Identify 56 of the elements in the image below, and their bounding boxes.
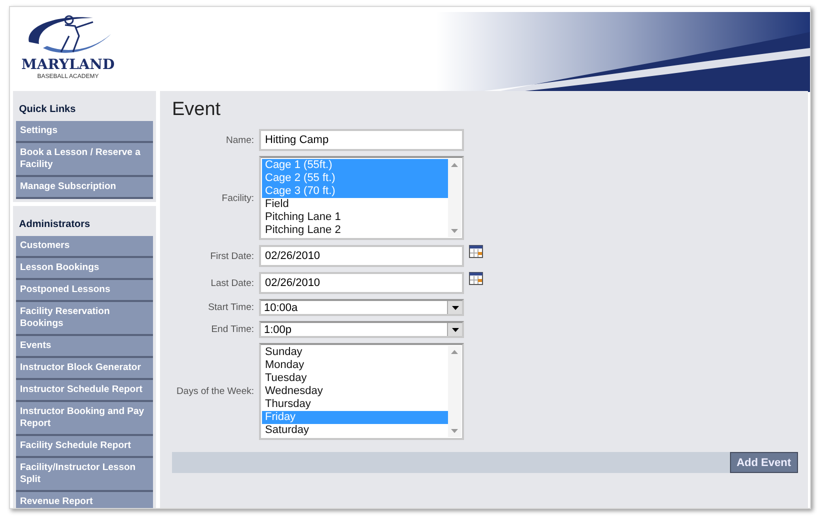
sidebar-link[interactable]: Facility Reservation Bookings: [16, 302, 153, 336]
list-option[interactable]: Cage 1 (55ft.): [262, 159, 448, 172]
sidebar-link[interactable]: Instructor Block Generator: [16, 358, 153, 380]
multi-select-list[interactable]: Sunday Monday Tuesday Wednesday Thursday Friday Saturday: [259, 343, 464, 440]
multi-select-list[interactable]: Cage 1 (55ft.) Cage 2 (55 ft.) Cage 3 (70 ft.) Field Pitching Lane 1 Pitching Lane 2: [259, 156, 464, 240]
field-label: Name:: [225, 134, 254, 146]
sidebar-link[interactable]: Revenue Report: [16, 492, 153, 508]
list-option[interactable]: Friday: [262, 411, 448, 424]
field-label: Start Time:: [207, 302, 254, 313]
scrollbar[interactable]: [448, 346, 461, 437]
sidebar-link[interactable]: Events: [16, 336, 153, 358]
caret-icon: [452, 306, 458, 310]
list-option[interactable]: Pitching Lane 1: [262, 211, 448, 224]
sidebar-link[interactable]: Manage Subscription: [16, 177, 153, 199]
section-heading: Quick Links: [18, 103, 77, 117]
time-dropdown[interactable]: 1:00p: [259, 321, 464, 338]
scroll-down-icon[interactable]: [451, 429, 458, 433]
list-option[interactable]: Field: [262, 198, 448, 211]
logo-wordmark: MARYLAND: [21, 58, 115, 73]
scroll-up-icon[interactable]: [451, 163, 458, 167]
field-label: First Date:: [209, 250, 254, 262]
sidebar-link[interactable]: Settings: [16, 121, 153, 143]
calendar-icon[interactable]: [469, 245, 483, 258]
sidebar-link[interactable]: Facility/Instructor Lesson Split: [16, 458, 153, 492]
add-event-button[interactable]: Add Event: [730, 452, 798, 473]
list-option[interactable]: Wednesday: [262, 385, 448, 398]
page-title: Event: [172, 99, 222, 121]
scroll-up-icon[interactable]: [451, 350, 458, 354]
field-label: Last Date:: [210, 278, 254, 288]
list-option[interactable]: Sunday: [262, 346, 448, 359]
list-option[interactable]: Thursday: [262, 398, 448, 411]
date-field[interactable]: 02/26/2010: [259, 245, 464, 267]
list-option[interactable]: Saturday: [262, 424, 448, 437]
list-option[interactable]: Cage 2 (55 ft.): [262, 172, 448, 185]
list-option[interactable]: Cage 3 (70 ft.): [262, 185, 448, 198]
caret-icon: [452, 328, 458, 332]
sidebar-link[interactable]: Instructor Booking and Pay Report: [16, 402, 153, 436]
sidebar-link[interactable]: Facility Schedule Report: [16, 436, 153, 458]
sidebar-link[interactable]: Instructor Schedule Report: [16, 380, 153, 402]
sidebar-link[interactable]: Customers: [16, 236, 153, 258]
section-heading: Administrators: [18, 218, 92, 232]
time-dropdown[interactable]: 10:00a: [259, 299, 464, 316]
text-field[interactable]: Hitting Camp: [259, 129, 464, 151]
scroll-down-icon[interactable]: [451, 229, 458, 233]
date-field[interactable]: 02/26/2010: [259, 272, 464, 294]
field-label: Facility:: [220, 192, 254, 204]
field-label: End Time:: [210, 324, 254, 335]
list-option[interactable]: Monday: [262, 359, 448, 372]
field-label: Days of the Week:: [176, 386, 254, 397]
calendar-icon[interactable]: [469, 272, 483, 285]
list-option[interactable]: Tuesday: [262, 372, 448, 385]
sidebar-link[interactable]: Postponed Lessons: [16, 280, 153, 302]
scrollbar[interactable]: [448, 159, 461, 237]
list-option[interactable]: Pitching Lane 2: [262, 224, 448, 237]
sidebar-link[interactable]: Lesson Bookings: [16, 258, 153, 280]
sidebar-link[interactable]: Book a Lesson / Reserve a Facility: [16, 143, 153, 177]
